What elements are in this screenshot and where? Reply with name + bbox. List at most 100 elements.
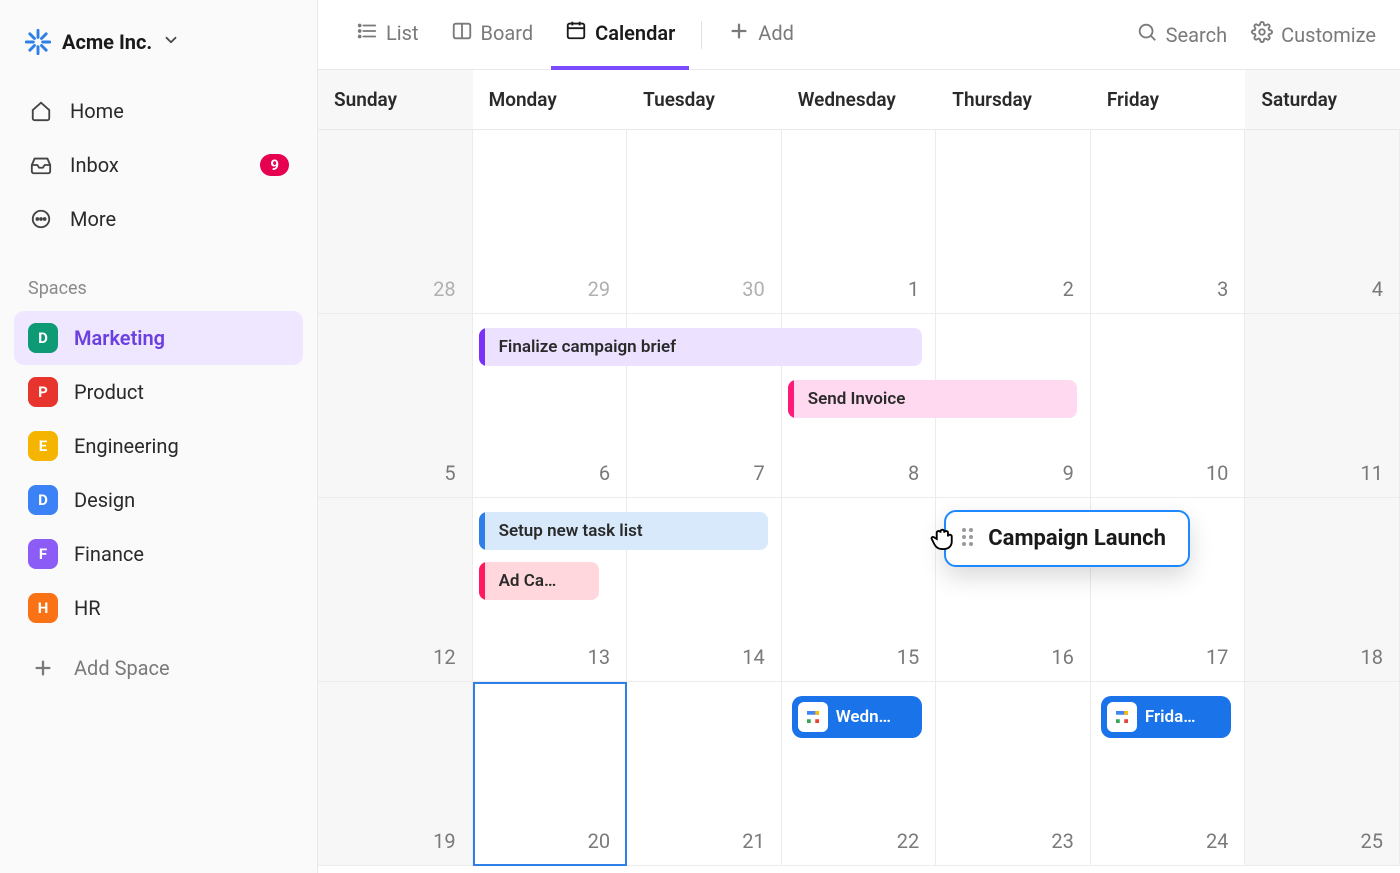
view-tab-board[interactable]: Board: [437, 0, 548, 70]
calendar-cell[interactable]: 4: [1245, 130, 1400, 314]
calendar-cell[interactable]: 23: [936, 682, 1091, 866]
calendar-cell[interactable]: 3: [1091, 130, 1246, 314]
calendar-day-header: Sunday: [318, 70, 473, 129]
event-title: Setup new task list: [487, 521, 643, 541]
event-stripe: [479, 328, 485, 366]
calendar-cell[interactable]: 1: [782, 130, 937, 314]
gcal-chip-wednesday[interactable]: Wedn…: [792, 696, 923, 738]
space-item-engineering[interactable]: E Engineering: [14, 419, 303, 473]
calendar-cell[interactable]: 10: [1091, 314, 1246, 498]
view-tab-list[interactable]: List: [342, 0, 433, 70]
space-label: Engineering: [74, 434, 179, 458]
calendar-date-number: 22: [897, 829, 919, 853]
view-tab-add[interactable]: Add: [714, 0, 808, 70]
inbox-badge: 9: [260, 154, 289, 176]
calendar-day-header: Wednesday: [782, 70, 937, 129]
inbox-icon: [28, 152, 54, 178]
space-label: HR: [74, 596, 101, 620]
customize-button[interactable]: Customize: [1251, 21, 1376, 48]
calendar-date-number: 15: [897, 645, 919, 669]
gear-icon: [1251, 21, 1273, 48]
calendar-date-number: 23: [1051, 829, 1073, 853]
calendar-cell[interactable]: 15: [782, 498, 937, 682]
space-item-marketing[interactable]: DMarketing: [14, 311, 303, 365]
calendar-cell[interactable]: 5: [318, 314, 473, 498]
calendar-cell[interactable]: 29: [473, 130, 628, 314]
nav-list: Home Inbox 9 More: [0, 80, 317, 270]
calendar-date-number: 30: [742, 277, 764, 301]
calendar-icon: [565, 19, 587, 46]
event-campaign-launch-dragging[interactable]: Campaign Launch: [944, 510, 1190, 567]
calendar-cell[interactable]: 19: [318, 682, 473, 866]
section-title-spaces: Spaces: [0, 270, 317, 311]
customize-label: Customize: [1281, 23, 1376, 47]
view-tab-label: Board: [481, 21, 534, 45]
space-list: DMarketing P Product E Engineering D Design FFi…: [0, 311, 317, 635]
main: List Board Calendar Add: [318, 0, 1400, 873]
calendar-date-number: 21: [742, 829, 764, 853]
space-label: Product: [74, 380, 144, 404]
calendar-cell[interactable]: 2: [936, 130, 1091, 314]
calendar-header: SundayMondayTuesdayWednesdayThursdayFrid…: [318, 70, 1400, 130]
event-title: Campaign Launch: [988, 526, 1166, 551]
calendar-cell[interactable]: 25: [1245, 682, 1400, 866]
calendar-cell[interactable]: 11: [1245, 314, 1400, 498]
event-setup-task-list[interactable]: Setup new task list: [479, 512, 768, 550]
add-space-button[interactable]: Add Space: [14, 641, 303, 695]
calendar-date-number: 20: [588, 829, 610, 853]
calendar-cell[interactable]: 30: [627, 130, 782, 314]
event-finalize-campaign-brief[interactable]: Finalize campaign brief: [479, 328, 923, 366]
space-item-design[interactable]: D Design: [14, 473, 303, 527]
search-button[interactable]: Search: [1136, 21, 1227, 48]
calendar-date-number: 8: [908, 461, 919, 485]
calendar-date-number: 9: [1063, 461, 1074, 485]
space-avatar: D: [28, 485, 58, 515]
sidebar: Acme Inc. Home Inbox 9: [0, 0, 318, 873]
search-label: Search: [1166, 23, 1227, 47]
calendar-cell[interactable]: 28: [318, 130, 473, 314]
calendar-cell[interactable]: 18: [1245, 498, 1400, 682]
search-icon: [1136, 21, 1158, 48]
view-tab-label: Add: [758, 21, 794, 45]
home-icon: [28, 98, 54, 124]
calendar-day-header: Thursday: [936, 70, 1091, 129]
space-label: Design: [74, 488, 135, 512]
calendar-date-number: 18: [1361, 645, 1383, 669]
drag-handle-icon: [962, 528, 978, 550]
nav-item-inbox[interactable]: Inbox 9: [14, 138, 303, 192]
event-send-invoice[interactable]: Send Invoice: [788, 380, 1077, 418]
space-item-hr[interactable]: H HR: [14, 581, 303, 635]
space-avatar: P: [28, 377, 58, 407]
calendar-cell[interactable]: 20: [473, 682, 628, 866]
calendar-date-number: 14: [742, 645, 764, 669]
plus-icon: [28, 653, 58, 683]
nav-item-more[interactable]: More: [14, 192, 303, 246]
more-icon: [28, 206, 54, 232]
calendar-cell[interactable]: 21: [627, 682, 782, 866]
gcal-label: Wedn…: [836, 707, 891, 727]
calendar-date-number: 13: [588, 645, 610, 669]
calendar-date-number: 25: [1361, 829, 1383, 853]
space-avatar: H: [28, 593, 58, 623]
calendar-cell[interactable]: 12: [318, 498, 473, 682]
workspace-switcher[interactable]: Acme Inc.: [0, 8, 317, 80]
nav-item-home[interactable]: Home: [14, 84, 303, 138]
calendar-date-number: 5: [444, 461, 455, 485]
space-item-finance[interactable]: FFinance: [14, 527, 303, 581]
space-label: Finance: [74, 542, 144, 566]
calendar-day-header: Monday: [473, 70, 628, 129]
view-tab-label: Calendar: [595, 21, 675, 45]
gcal-chip-friday[interactable]: Frida…: [1101, 696, 1232, 738]
calendar-date-number: 24: [1206, 829, 1228, 853]
nav-label: Inbox: [70, 153, 119, 177]
view-tab-calendar[interactable]: Calendar: [551, 0, 689, 70]
space-avatar: E: [28, 431, 58, 461]
event-ad-campaign[interactable]: Ad Ca…: [479, 562, 600, 600]
board-icon: [451, 20, 473, 47]
calendar-date-number: 10: [1206, 461, 1228, 485]
space-item-product[interactable]: P Product: [14, 365, 303, 419]
calendar-date-number: 2: [1063, 277, 1074, 301]
chevron-down-icon: [162, 31, 180, 53]
gcal-label: Frida…: [1145, 707, 1196, 727]
calendar-date-number: 6: [599, 461, 610, 485]
